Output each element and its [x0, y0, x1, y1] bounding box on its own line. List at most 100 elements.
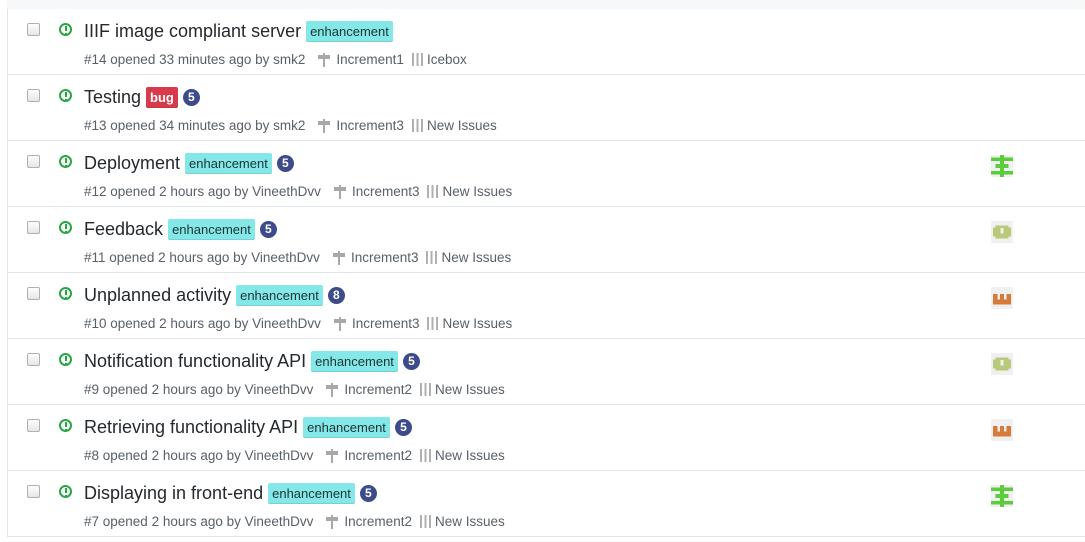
project-link[interactable]: Icebox: [427, 52, 467, 67]
issue-meta: #9 opened 2 hours ago by VineethDvv Incr…: [84, 382, 505, 397]
issue-opened-icon: [59, 23, 72, 36]
project-link[interactable]: New Issues: [435, 382, 505, 397]
label-enhancement[interactable]: enhancement: [168, 219, 255, 240]
issue-title-link[interactable]: Notification functionality API: [84, 351, 306, 372]
label-enhancement[interactable]: enhancement: [306, 21, 393, 42]
issue-title-link[interactable]: Displaying in front-end: [84, 483, 263, 504]
issue-meta: #13 opened 34 minutes ago by smk2 Increm…: [84, 118, 497, 133]
issue-opened-icon: [59, 221, 72, 234]
issue-opened-icon: [59, 353, 72, 366]
estimate-badge: 5: [394, 419, 412, 436]
select-checkbox[interactable]: [27, 419, 40, 432]
label-enhancement[interactable]: enhancement: [236, 285, 323, 306]
milestone-link[interactable]: Increment2: [344, 514, 412, 529]
milestone-link[interactable]: Increment3: [351, 250, 419, 265]
project-icon: [427, 317, 439, 330]
project-icon: [411, 119, 423, 132]
issue-opened-text[interactable]: #10 opened 2 hours ago by VineethDvv: [84, 316, 321, 331]
assignee-avatar[interactable]: [991, 221, 1013, 243]
issue-row[interactable]: Unplanned activity enhancement 8 #10 open…: [8, 273, 1085, 339]
issue-meta: #14 opened 33 minutes ago by smk2 Increm…: [84, 52, 467, 67]
label-enhancement[interactable]: enhancement: [311, 351, 398, 372]
milestone-icon: [325, 448, 339, 463]
milestone-link[interactable]: Increment3: [352, 184, 420, 199]
project-icon: [427, 185, 439, 198]
issue-row[interactable]: Displaying in front-end enhancement 5 #7 …: [8, 471, 1085, 537]
issue-title-line: IIIF image compliant server enhancement: [84, 21, 393, 42]
project-icon: [426, 251, 438, 264]
milestone-icon: [333, 184, 347, 199]
label-enhancement[interactable]: enhancement: [185, 153, 272, 174]
issue-title-line: Feedback enhancement 5: [84, 219, 277, 240]
select-checkbox[interactable]: [27, 89, 40, 102]
issue-meta: #7 opened 2 hours ago by VineethDvv Incr…: [84, 514, 505, 529]
milestone-link[interactable]: Increment2: [344, 448, 412, 463]
project-link[interactable]: New Issues: [427, 118, 497, 133]
select-checkbox[interactable]: [27, 353, 40, 366]
milestone-link[interactable]: Increment3: [336, 118, 404, 133]
issue-row[interactable]: Testing bug 5 #13 opened 34 minutes ago b…: [8, 75, 1085, 141]
issue-row[interactable]: IIIF image compliant server enhancement …: [8, 9, 1085, 75]
issue-opened-text[interactable]: #11 opened 2 hours ago by VineethDvv: [84, 250, 320, 265]
project-link[interactable]: New Issues: [442, 316, 512, 331]
estimate-badge: 5: [182, 89, 200, 106]
estimate-badge: 5: [276, 155, 294, 172]
assignee-avatar[interactable]: [991, 155, 1013, 177]
project-link[interactable]: New Issues: [442, 184, 512, 199]
issue-meta: #12 opened 2 hours ago by VineethDvv Inc…: [84, 184, 512, 199]
issue-title-line: Deployment enhancement 5: [84, 153, 294, 174]
issue-title-link[interactable]: IIIF image compliant server: [84, 21, 301, 42]
project-link[interactable]: New Issues: [435, 514, 505, 529]
project-link[interactable]: New Issues: [435, 448, 505, 463]
project-icon: [419, 449, 431, 462]
issue-row[interactable]: Feedback enhancement 5 #11 opened 2 hours…: [8, 207, 1085, 273]
milestone-icon: [317, 52, 331, 67]
estimate-badge: 5: [259, 221, 277, 238]
issue-title-line: Displaying in front-end enhancement 5: [84, 483, 377, 504]
issue-title-link[interactable]: Testing: [84, 87, 141, 108]
issue-title-link[interactable]: Deployment: [84, 153, 180, 174]
estimate-badge: 5: [359, 485, 377, 502]
issue-row[interactable]: Deployment enhancement 5 #12 opened 2 hou…: [8, 141, 1085, 207]
issue-title-link[interactable]: Feedback: [84, 219, 163, 240]
label-bug[interactable]: bug: [146, 87, 178, 108]
assignee-avatar[interactable]: [991, 485, 1013, 507]
issue-opened-text[interactable]: #12 opened 2 hours ago by VineethDvv: [84, 184, 321, 199]
issue-opened-text[interactable]: #13 opened 34 minutes ago by smk2: [84, 118, 305, 133]
milestone-link[interactable]: Increment1: [336, 52, 404, 67]
issue-opened-icon: [59, 287, 72, 300]
milestone-icon: [325, 514, 339, 529]
issue-opened-text[interactable]: #14 opened 33 minutes ago by smk2: [84, 52, 305, 67]
issue-row[interactable]: Retrieving functionality API enhancement…: [8, 405, 1085, 471]
issue-opened-text[interactable]: #8 opened 2 hours ago by VineethDvv: [84, 448, 313, 463]
select-checkbox[interactable]: [27, 155, 40, 168]
select-checkbox[interactable]: [27, 23, 40, 36]
milestone-icon: [317, 118, 331, 133]
label-enhancement[interactable]: enhancement: [303, 417, 390, 438]
issue-opened-text[interactable]: #7 opened 2 hours ago by VineethDvv: [84, 514, 313, 529]
issue-title-line: Unplanned activity enhancement 8: [84, 285, 345, 306]
issues-list: IIIF image compliant server enhancement …: [7, 9, 1085, 537]
project-icon: [419, 383, 431, 396]
project-link[interactable]: New Issues: [441, 250, 511, 265]
milestone-icon: [325, 382, 339, 397]
milestone-icon: [333, 316, 347, 331]
issue-title-line: Retrieving functionality API enhancement…: [84, 417, 412, 438]
issue-title-link[interactable]: Unplanned activity: [84, 285, 231, 306]
issue-title-link[interactable]: Retrieving functionality API: [84, 417, 298, 438]
assignee-avatar[interactable]: [991, 419, 1013, 441]
select-checkbox[interactable]: [27, 287, 40, 300]
estimate-badge: 5: [402, 353, 420, 370]
issue-opened-text[interactable]: #9 opened 2 hours ago by VineethDvv: [84, 382, 313, 397]
select-checkbox[interactable]: [27, 221, 40, 234]
issue-opened-icon: [59, 155, 72, 168]
issue-opened-icon: [59, 485, 72, 498]
milestone-link[interactable]: Increment3: [352, 316, 420, 331]
assignee-avatar[interactable]: [991, 287, 1013, 309]
issue-row[interactable]: Notification functionality API enhanceme…: [8, 339, 1085, 405]
issue-meta: #11 opened 2 hours ago by VineethDvv Inc…: [84, 250, 511, 265]
label-enhancement[interactable]: enhancement: [268, 483, 355, 504]
milestone-link[interactable]: Increment2: [344, 382, 412, 397]
assignee-avatar[interactable]: [991, 353, 1013, 375]
select-checkbox[interactable]: [27, 485, 40, 498]
